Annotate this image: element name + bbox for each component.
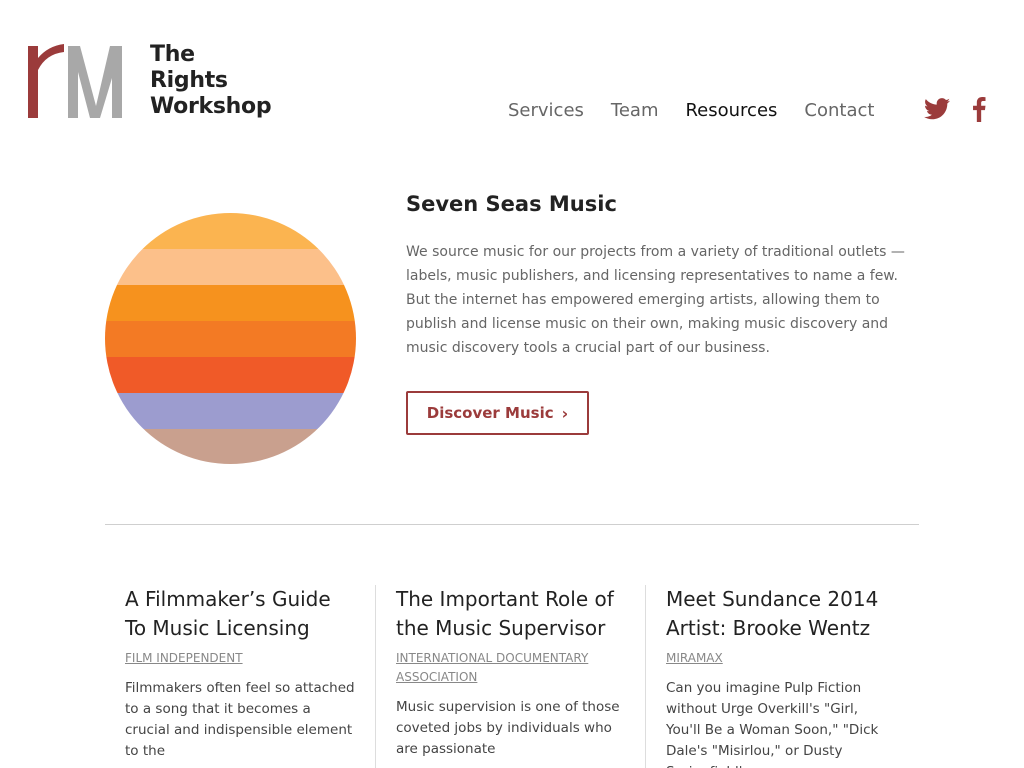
article-title[interactable]: Meet Sundance 2014 Artist: Brooke Wentz <box>666 585 895 643</box>
article-source-link[interactable]: FILM INDEPENDENT <box>125 649 355 668</box>
article-excerpt: Filmmakers often feel so attached to a s… <box>125 680 355 759</box>
brand-name-line: Rights <box>150 68 228 93</box>
article-source-link[interactable]: INTERNATIONAL DOCUMENTARY ASSOCIATION <box>396 649 625 687</box>
feature-description: We source music for our projects from a … <box>406 244 905 356</box>
article-title[interactable]: The Important Role of the Music Supervis… <box>396 585 625 643</box>
chevron-right-icon: › <box>561 403 569 423</box>
nav-item-team[interactable]: Team <box>611 100 659 121</box>
main-nav: Services Team Resources Contact <box>508 100 874 121</box>
circle-stripe <box>105 213 356 249</box>
brand-name-line: Workshop <box>150 94 272 119</box>
twitter-icon[interactable] <box>924 98 950 120</box>
article-excerpt: Can you imagine Pulp Fiction without Urg… <box>666 680 879 768</box>
rw-monogram-icon <box>28 44 122 118</box>
circle-stripe <box>105 357 356 393</box>
article-card: The Important Role of the Music Supervis… <box>375 585 645 768</box>
brand-name: The Rights Workshop <box>150 42 272 120</box>
discover-music-label: Discover Music <box>426 404 554 422</box>
circle-stripe <box>105 285 356 321</box>
article-card: A Filmmaker’s Guide To Music Licensing F… <box>105 585 375 768</box>
brand-name-line: The <box>150 42 195 67</box>
feature-stripe-circle <box>105 213 356 464</box>
circle-stripe <box>105 393 356 429</box>
facebook-icon[interactable] <box>972 96 986 122</box>
site-logo[interactable]: The Rights Workshop <box>24 42 272 122</box>
social-links <box>924 96 986 122</box>
nav-item-resources[interactable]: Resources <box>685 100 777 121</box>
article-title[interactable]: A Filmmaker’s Guide To Music Licensing <box>125 585 355 643</box>
section-divider <box>105 524 919 525</box>
circle-stripe <box>105 429 356 464</box>
discover-music-button[interactable]: Discover Music › <box>406 391 589 435</box>
article-card: Meet Sundance 2014 Artist: Brooke Wentz … <box>645 585 915 768</box>
article-excerpt: Music supervision is one of those covete… <box>396 699 620 757</box>
nav-item-services[interactable]: Services <box>508 100 584 121</box>
circle-stripe <box>105 321 356 357</box>
feature-title: Seven Seas Music <box>406 192 617 216</box>
article-list: A Filmmaker’s Guide To Music Licensing F… <box>105 585 919 768</box>
article-source-link[interactable]: MIRAMAX <box>666 649 895 668</box>
circle-stripe <box>105 249 356 285</box>
nav-item-contact[interactable]: Contact <box>804 100 874 121</box>
